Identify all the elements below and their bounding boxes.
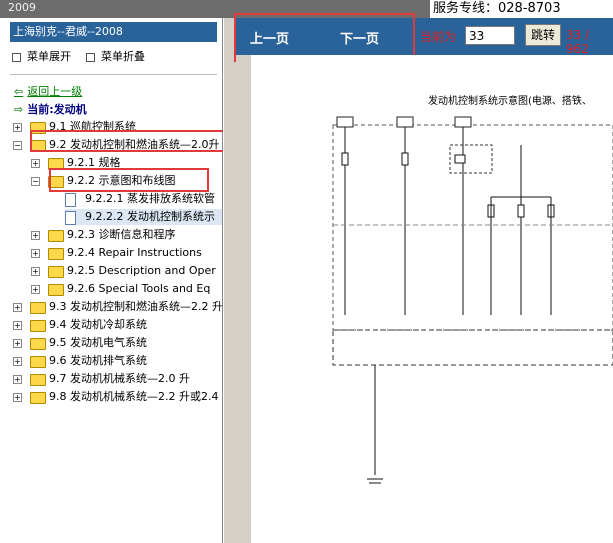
collapse-icon xyxy=(86,52,95,62)
left-nav-panel: 上海别克--君威--2008 菜单展开 菜单折叠 ⇦ 返回上一级 ⇨ 当前:发动机 … xyxy=(0,18,234,543)
vertical-scrollbar[interactable] xyxy=(236,55,251,543)
expand-menu-button[interactable]: 菜单展开 xyxy=(12,48,71,64)
splitter[interactable] xyxy=(223,18,236,543)
back-link[interactable]: ⇦ 返回上一级 xyxy=(14,83,82,99)
back-arrow-icon: ⇦ xyxy=(14,85,24,98)
page-number-input[interactable]: 33 xyxy=(465,26,515,45)
year-label: 2009 xyxy=(8,1,36,14)
schematic-diagram xyxy=(332,116,613,484)
go-button[interactable]: 跳转 xyxy=(525,24,561,46)
current-location: ⇨ 当前:发动机 xyxy=(14,103,87,116)
vehicle-title: 上海别克--君威--2008 xyxy=(10,22,217,42)
tree-item-selected[interactable]: 9.2.2.2 发动机控制系统示 xyxy=(65,209,222,225)
arrow-icon: ⇨ xyxy=(14,103,24,116)
divider xyxy=(10,74,217,75)
highlight-box xyxy=(30,130,234,152)
collapse-menu-button[interactable]: 菜单折叠 xyxy=(86,48,145,64)
highlight-box xyxy=(49,168,209,192)
page-total: 33 / 962 xyxy=(566,28,590,56)
current-page-label: 当前为 xyxy=(420,30,457,44)
hotline-text: 服务专线：028-8703 xyxy=(430,0,613,18)
expand-icon xyxy=(12,52,21,62)
